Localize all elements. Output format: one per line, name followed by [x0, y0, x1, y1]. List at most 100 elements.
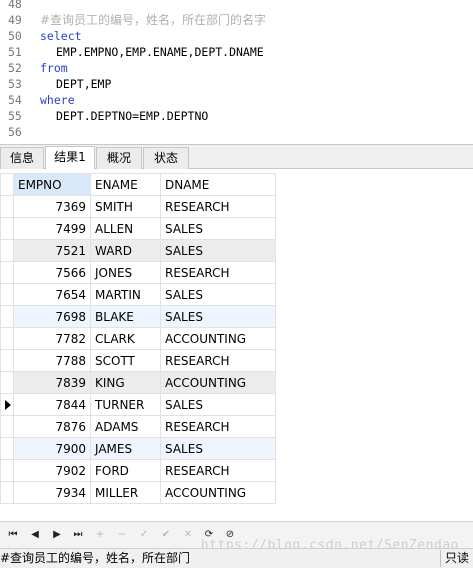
cell-ename[interactable]: MILLER	[90, 481, 161, 504]
delete-record-icon[interactable]: −	[115, 528, 129, 542]
editor-line: 49 #查询员工的编号，姓名，所在部门的名字	[0, 12, 473, 28]
cell-empno[interactable]: 7844	[13, 393, 91, 416]
cell-empno[interactable]: 7369	[13, 195, 91, 218]
edit-record-icon[interactable]: ✓	[137, 528, 151, 542]
apply-icon[interactable]: ✔	[159, 528, 173, 542]
cancel-icon[interactable]: ✕	[181, 528, 195, 542]
cell-ename[interactable]: KING	[90, 371, 161, 394]
cell-empno[interactable]: 7499	[13, 217, 91, 240]
table-row[interactable]: 7499 ALLEN SALES	[0, 217, 276, 240]
cell-ename[interactable]: ALLEN	[90, 217, 161, 240]
status-readonly: 只读	[445, 551, 470, 565]
cell-ename[interactable]: SMITH	[90, 195, 161, 218]
table-row[interactable]: 7902 FORD RESEARCH	[0, 459, 276, 482]
cell-empno[interactable]: 7566	[13, 261, 91, 284]
record-navigation-bar: ⏮ ◀ ▶ ⏭ + − ✓ ✔ ✕ ⟳ ⊘ https://blog.csdn.…	[0, 521, 473, 553]
row-indicator[interactable]	[0, 327, 14, 350]
first-record-icon[interactable]: ⏮	[6, 528, 20, 542]
cell-empno[interactable]: 7521	[13, 239, 91, 262]
row-indicator[interactable]	[0, 415, 14, 438]
cell-dname[interactable]: SALES	[160, 393, 276, 416]
row-indicator[interactable]	[0, 459, 14, 482]
tab-info[interactable]: 信息	[0, 147, 44, 169]
cell-dname[interactable]: RESEARCH	[160, 195, 276, 218]
last-record-icon[interactable]: ⏭	[71, 528, 85, 542]
cell-dname[interactable]: RESEARCH	[160, 349, 276, 372]
cell-empno[interactable]: 7934	[13, 481, 91, 504]
cell-dname[interactable]: SALES	[160, 305, 276, 328]
cell-dname[interactable]: SALES	[160, 437, 276, 460]
add-record-icon[interactable]: +	[93, 528, 107, 542]
tab-profile[interactable]: 概况	[96, 147, 142, 169]
column-header-empno[interactable]: EMPNO	[13, 173, 91, 196]
cell-empno[interactable]: 7902	[13, 459, 91, 482]
column-header-ename[interactable]: ENAME	[90, 173, 161, 196]
table-row[interactable]: 7654 MARTIN SALES	[0, 283, 276, 306]
result-tabbar: 信息 结果1 概况 状态	[0, 144, 473, 170]
column-header-dname[interactable]: DNAME	[160, 173, 276, 196]
row-indicator[interactable]	[0, 239, 14, 262]
table-row[interactable]: 7839 KING ACCOUNTING	[0, 371, 276, 394]
row-indicator[interactable]	[0, 371, 14, 394]
cell-dname[interactable]: SALES	[160, 217, 276, 240]
cell-ename[interactable]: JONES	[90, 261, 161, 284]
sql-editor[interactable]: 48 49 #查询员工的编号，姓名，所在部门的名字 50 select 51 E…	[0, 0, 473, 143]
cell-dname[interactable]: ACCOUNTING	[160, 327, 276, 350]
editor-line: 54 where	[0, 92, 473, 108]
editor-line: 55 DEPT.DEPTNO=EMP.DEPTNO	[0, 108, 473, 124]
cell-ename[interactable]: FORD	[90, 459, 161, 482]
cell-empno[interactable]: 7788	[13, 349, 91, 372]
tab-status[interactable]: 状态	[143, 147, 189, 169]
table-row[interactable]: 7521 WARD SALES	[0, 239, 276, 262]
cell-empno[interactable]: 7900	[13, 437, 91, 460]
row-indicator[interactable]	[0, 195, 14, 218]
cell-empno[interactable]: 7654	[13, 283, 91, 306]
cell-empno[interactable]: 7839	[13, 371, 91, 394]
cell-empno[interactable]: 7876	[13, 415, 91, 438]
cell-ename[interactable]: JAMES	[90, 437, 161, 460]
prev-record-icon[interactable]: ◀	[28, 528, 42, 542]
table-row[interactable]: 7566 JONES RESEARCH	[0, 261, 276, 284]
line-number: 54	[8, 93, 22, 107]
table-row[interactable]: 7876 ADAMS RESEARCH	[0, 415, 276, 438]
table-row[interactable]: 7782 CLARK ACCOUNTING	[0, 327, 276, 350]
line-number: 52	[8, 61, 22, 75]
row-indicator[interactable]	[0, 305, 14, 328]
cell-dname[interactable]: ACCOUNTING	[160, 481, 276, 504]
cell-dname[interactable]: SALES	[160, 239, 276, 262]
cell-ename[interactable]: BLAKE	[90, 305, 161, 328]
sql-comment: #查询员工的编号，姓名，所在部门的名字	[40, 13, 267, 27]
cell-ename[interactable]: WARD	[90, 239, 161, 262]
line-number: 49	[8, 13, 22, 27]
tab-result1[interactable]: 结果1	[45, 146, 95, 170]
cell-empno[interactable]: 7698	[13, 305, 91, 328]
row-indicator[interactable]	[0, 393, 14, 416]
table-row[interactable]: 7788 SCOTT RESEARCH	[0, 349, 276, 372]
row-indicator[interactable]	[0, 437, 14, 460]
cell-dname[interactable]: SALES	[160, 283, 276, 306]
row-indicator[interactable]	[0, 283, 14, 306]
line-number: 48	[8, 0, 22, 11]
row-indicator[interactable]	[0, 217, 14, 240]
table-row[interactable]: 7900 JAMES SALES	[0, 437, 276, 460]
cell-ename[interactable]: MARTIN	[90, 283, 161, 306]
cell-dname[interactable]: RESEARCH	[160, 415, 276, 438]
cell-ename[interactable]: ADAMS	[90, 415, 161, 438]
editor-line: 56	[0, 124, 473, 140]
cell-ename[interactable]: CLARK	[90, 327, 161, 350]
cell-ename[interactable]: SCOTT	[90, 349, 161, 372]
table-row[interactable]: 7698 BLAKE SALES	[0, 305, 276, 328]
cell-dname[interactable]: RESEARCH	[160, 459, 276, 482]
table-row[interactable]: 7934 MILLER ACCOUNTING	[0, 481, 276, 504]
row-indicator[interactable]	[0, 481, 14, 504]
cell-empno[interactable]: 7782	[13, 327, 91, 350]
next-record-icon[interactable]: ▶	[50, 528, 64, 542]
cell-ename[interactable]: TURNER	[90, 393, 161, 416]
sql-keyword: select	[40, 29, 82, 43]
row-indicator[interactable]	[0, 261, 14, 284]
row-indicator[interactable]	[0, 349, 14, 372]
cell-dname[interactable]: RESEARCH	[160, 261, 276, 284]
table-row[interactable]: 7369 SMITH RESEARCH	[0, 195, 276, 218]
table-row[interactable]: 7844 TURNER SALES	[0, 393, 276, 416]
cell-dname[interactable]: ACCOUNTING	[160, 371, 276, 394]
